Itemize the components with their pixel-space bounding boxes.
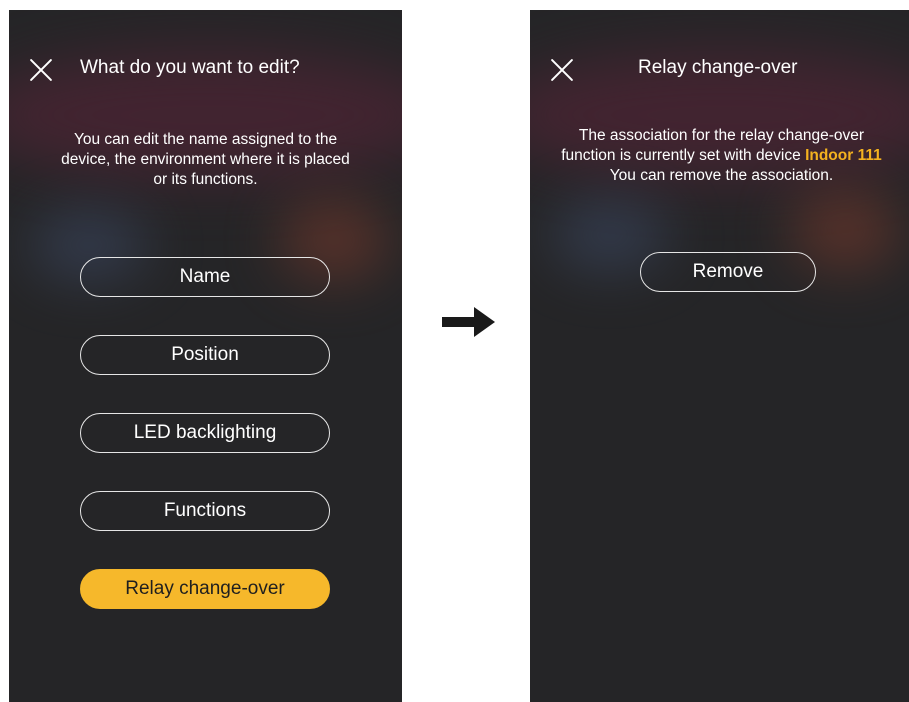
description-text: The association for the relay change-ove… — [561, 127, 882, 184]
position-button[interactable]: Position — [80, 335, 330, 375]
functions-button[interactable]: Functions — [80, 491, 330, 531]
page-title: Relay change-over — [638, 57, 798, 78]
device-name: Indoor 111 — [805, 147, 882, 164]
relay-change-over-button[interactable]: Relay change-over — [80, 569, 330, 609]
page-title: What do you want to edit? — [80, 57, 300, 78]
close-icon[interactable] — [550, 57, 574, 81]
description-text: You can edit the name assigned to the de… — [61, 131, 350, 188]
arrow-right-icon — [442, 307, 495, 337]
name-button[interactable]: Name — [80, 257, 330, 297]
led-backlighting-button[interactable]: LED backlighting — [80, 413, 330, 453]
header: Relay change-over — [530, 48, 909, 88]
edit-menu-screen: What do you want to edit? You can edit t… — [9, 10, 402, 702]
relay-change-over-screen: Relay change-over The association for th… — [530, 10, 909, 702]
header: What do you want to edit? — [9, 48, 402, 88]
close-icon[interactable] — [29, 57, 53, 81]
remove-button[interactable]: Remove — [640, 252, 816, 292]
